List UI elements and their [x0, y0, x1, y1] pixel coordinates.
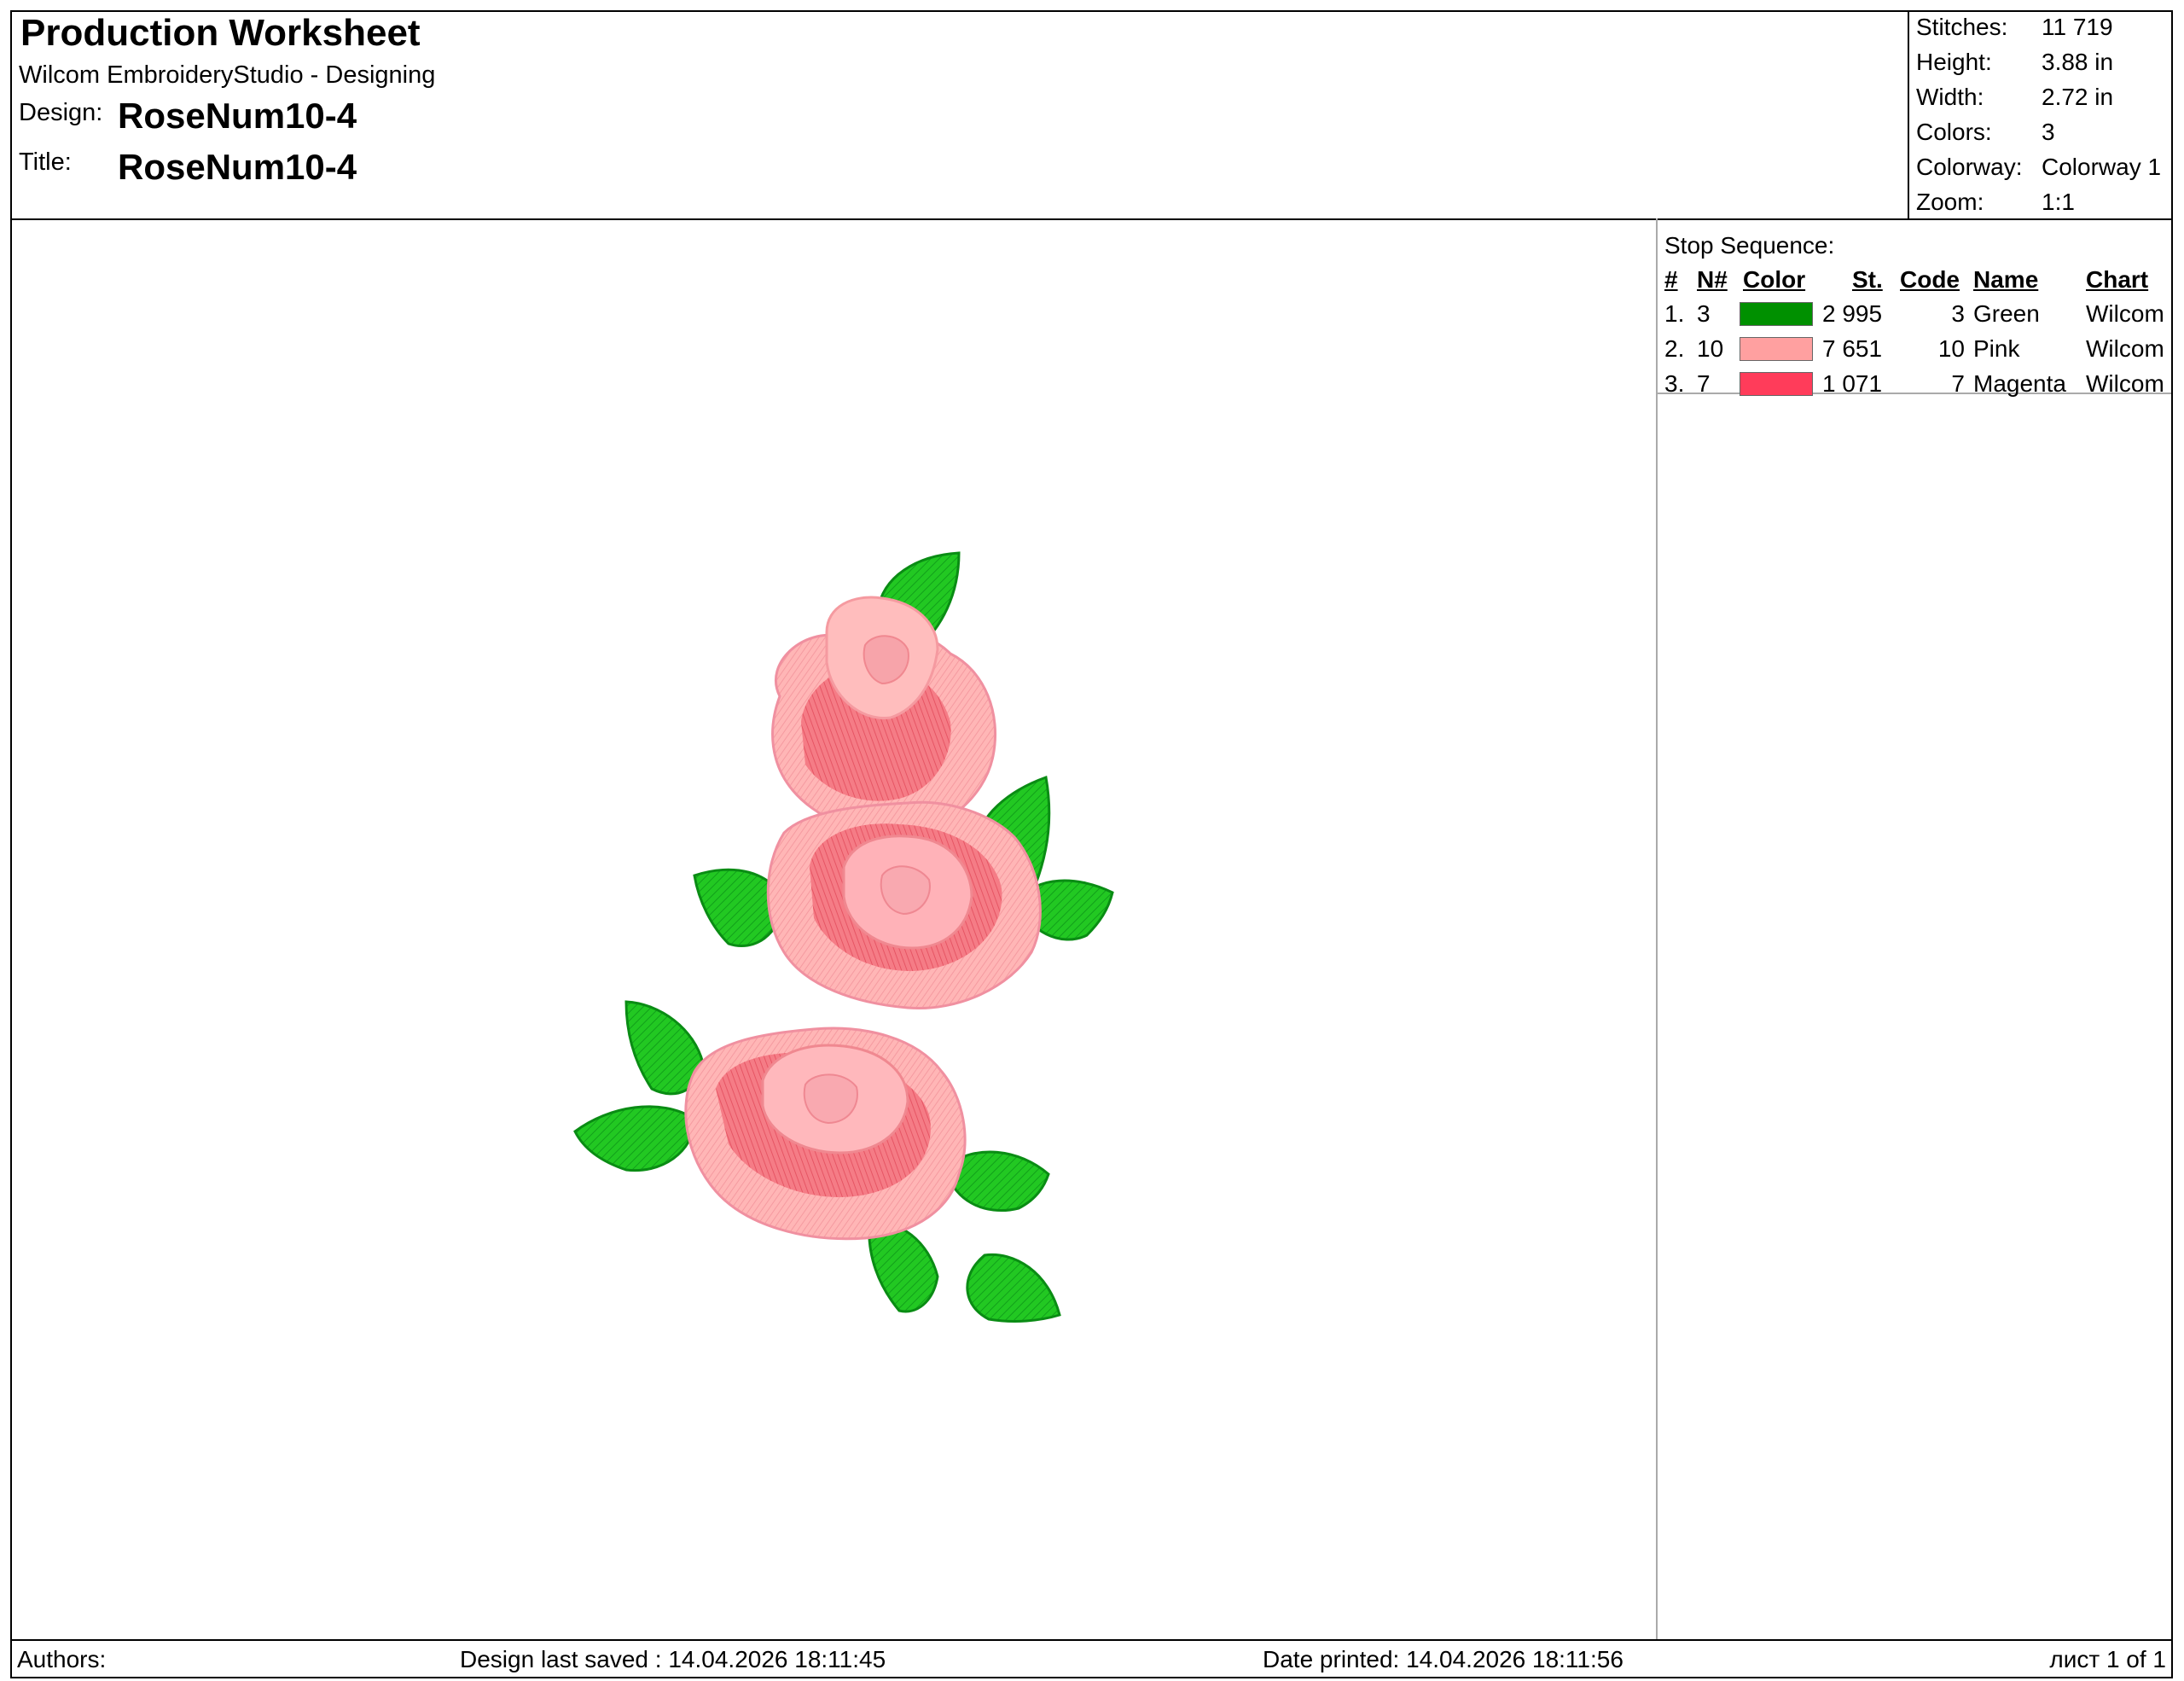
- page-number: лист 1 of 1: [2049, 1646, 2166, 1672]
- col-header-name: Name: [1973, 266, 2039, 293]
- stop-sequence-panel: Stop Sequence: # N# Color St. Code Name …: [1656, 218, 2171, 1639]
- rose-bottom: [684, 1027, 967, 1241]
- color-swatch-magenta: [1740, 372, 1813, 396]
- application-name: Wilcom EmbroideryStudio - Designing: [19, 61, 436, 89]
- stop-sequence-title: Stop Sequence:: [1664, 232, 1835, 259]
- col-header-chart: Chart: [2086, 266, 2149, 293]
- design-label: Design:: [19, 99, 103, 126]
- worksheet: Production Worksheet Wilcom EmbroiderySt…: [10, 10, 2173, 1678]
- authors-label: Authors:: [17, 1646, 107, 1672]
- col-header-code: Code: [1900, 266, 1960, 293]
- color-swatch-pink: [1740, 337, 1813, 361]
- design-name: RoseNum10-4: [118, 96, 357, 136]
- rose-top: [771, 596, 997, 835]
- worksheet-footer: Authors: Design last saved : 14.04.2026 …: [12, 1639, 2171, 1677]
- col-header-number: #: [1664, 266, 1678, 293]
- rose-middle: [766, 800, 1042, 1010]
- design-stats: Stitches: 11 719 Height: 3.88 in Width: 2.7…: [1908, 12, 2171, 218]
- rose-embroidery-image: [573, 551, 1114, 1323]
- design-preview: [12, 218, 1654, 1639]
- col-header-n: N#: [1697, 266, 1728, 293]
- col-header-color: Color: [1743, 266, 1806, 293]
- page-title: Production Worksheet: [20, 12, 421, 54]
- stop-sequence-table: # N# Color St. Code Name Chart 1. 3 2 99…: [1658, 263, 2171, 397]
- worksheet-header: Production Worksheet Wilcom EmbroiderySt…: [12, 12, 2171, 220]
- design-title: RoseNum10-4: [118, 147, 357, 187]
- color-swatch-green: [1740, 302, 1813, 326]
- col-header-stitches: St.: [1852, 266, 1883, 293]
- last-saved: Design last saved : 14.04.2026 18:11:45: [460, 1646, 886, 1672]
- title-label: Title:: [19, 148, 72, 176]
- date-printed: Date printed: 14.04.2026 18:11:56: [1263, 1646, 1623, 1672]
